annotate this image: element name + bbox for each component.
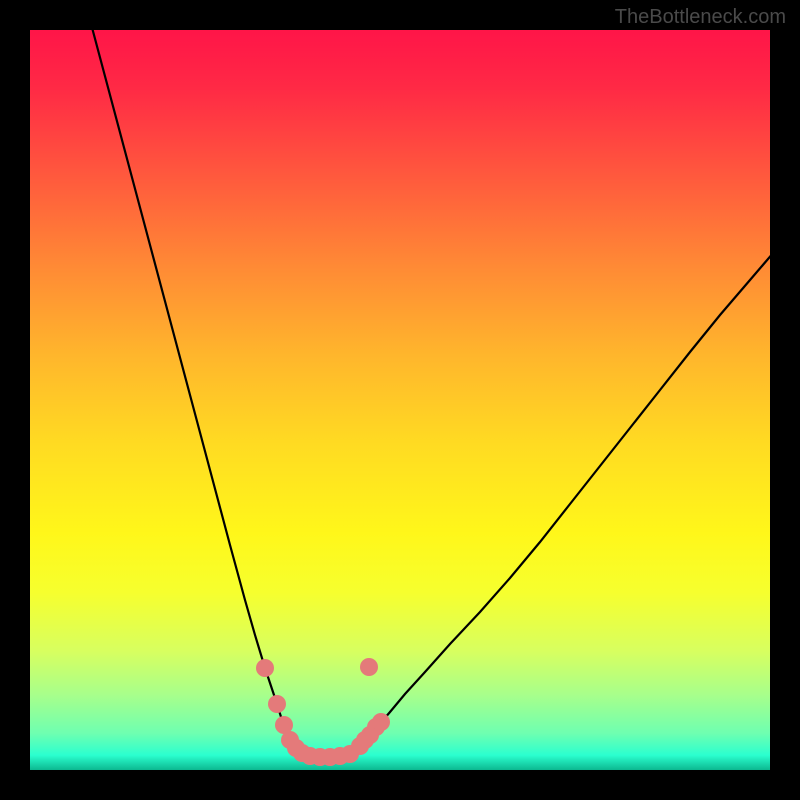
chart-plot-area: [30, 30, 770, 770]
salmon-dot: [372, 713, 390, 731]
marker-group: [256, 658, 390, 766]
chart-svg: [30, 30, 770, 770]
watermark-text: TheBottleneck.com: [615, 6, 786, 29]
salmon-dot: [360, 658, 378, 676]
salmon-dot: [268, 695, 286, 713]
right-curve: [350, 245, 780, 754]
salmon-dot: [256, 659, 274, 677]
left-curve: [90, 20, 306, 754]
